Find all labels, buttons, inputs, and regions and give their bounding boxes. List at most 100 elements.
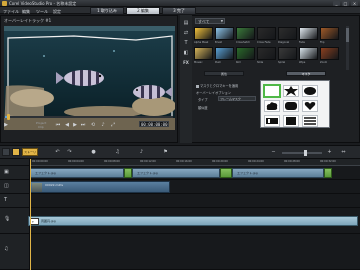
auto-music-icon[interactable]: ♪ [138,149,145,156]
library-thumbnail[interactable] [215,47,234,60]
timeline-ruler[interactable]: 00:00:00:00 00:00:04:00 00:00:08:00 00:0… [30,159,360,166]
volume-icon[interactable]: ♪ [100,122,106,128]
timecode-display[interactable]: 00:00:00:00 [139,121,169,127]
video-clip-2[interactable]: エフェクト.jpg [132,168,220,178]
library-thumbnail[interactable] [299,47,318,60]
video-clip-1[interactable]: エフェクト.jpg [30,168,124,178]
ruler-tick: 00:00:24:00 [248,160,264,163]
library-thumbnail[interactable] [320,47,339,60]
ruler-tick: 00:00:20:00 [212,160,228,163]
music-track-lane[interactable] [30,234,360,270]
library-thumbnail[interactable] [257,47,276,60]
chapter-icon[interactable]: ⚑ [162,149,169,156]
prev-frame-icon[interactable]: ◀ [64,122,70,128]
fit-timeline-icon[interactable]: ⇔ [340,149,347,156]
apply-mask-row[interactable]: マスクとクロマキーを適用 [196,83,238,88]
mask-type-select[interactable]: フレームマスク [218,96,256,101]
library-thumbnail[interactable] [299,27,318,40]
library-thumbnail[interactable] [236,47,255,60]
title-icon[interactable]: T [182,39,190,47]
audio-mix-icon[interactable]: ♫ [114,149,121,156]
tab-mask[interactable]: マスク [286,71,326,76]
mask-shape-rounded[interactable] [283,100,299,112]
library-thumbnail[interactable] [320,27,339,40]
media-icon[interactable]: ▤ [182,19,190,27]
zoom-out-icon[interactable]: − [270,149,277,156]
library-thumbnail[interactable] [194,47,213,60]
mask-shape-cloud[interactable] [264,100,280,112]
undo-icon[interactable]: ↶ [54,149,61,156]
library-thumbnail-label: Zoom [320,61,328,64]
mask-shape-heart[interactable] [302,100,318,112]
step-share[interactable]: 3 完了 [162,7,196,15]
maximize-button[interactable]: □ [342,1,349,6]
clip-mode-label[interactable]: Clip [38,125,44,129]
voice-track-lane[interactable]: T 周囲円.jpg [28,208,360,234]
next-frame-icon[interactable]: ▶ [72,122,78,128]
apply-mask-label: マスクとクロマキーを適用 [200,84,239,88]
record-icon[interactable]: ● [90,149,97,156]
library-thumbnail[interactable] [215,27,234,40]
library-toolbar: ▤ ⇄ T ◧ FX [180,15,192,143]
title-clip[interactable]: T 周囲円.jpg [28,216,358,226]
video-track-lane[interactable]: エフェクト.jpg エフェクト.jpg エフェクト.jpg [30,166,360,180]
music-track-header[interactable]: ♫ [0,234,30,270]
library-scrollbar[interactable] [346,26,349,70]
step-edit[interactable]: 2 編集 [126,7,160,15]
mask-shape-square[interactable] [283,115,299,127]
mask-shape-blank[interactable] [264,85,280,97]
title-track-header[interactable]: T [0,194,30,208]
home-icon[interactable]: ⏮ [55,122,61,128]
title-track-lane[interactable] [30,194,360,208]
library-thumbnail[interactable] [194,27,213,40]
mask-shape-oval[interactable] [302,85,318,97]
timeline-view-toggle[interactable] [12,148,20,156]
library-thumbnail-label: Roll [236,61,241,64]
timeline-zoom-slider[interactable] [282,150,322,156]
overlay-track-lane[interactable]: 00022.m2ts [30,180,360,194]
transition-icon[interactable]: ⇄ [182,29,190,37]
video-preview[interactable] [4,26,175,130]
zoom-slider-handle[interactable] [304,150,307,156]
close-button[interactable]: × [351,1,358,6]
menu-tools[interactable]: ツール [36,9,48,15]
menu-edit[interactable]: 編集 [22,9,30,15]
library-thumbnail[interactable] [278,27,297,40]
voice-track-header[interactable]: 🎙 [0,208,30,234]
library-category-value: すべて [198,19,210,24]
library-thumbnail[interactable] [278,47,297,60]
overlay-track-header[interactable]: ◫ [0,180,30,194]
library-category-select[interactable]: すべて ▼ [195,18,225,24]
transition-2[interactable] [220,168,232,178]
transition-3[interactable] [324,168,332,178]
overlay-clip[interactable]: 00022.m2ts [30,181,170,193]
timeline-playhead[interactable] [30,159,31,270]
preview-scrubber[interactable] [5,114,173,120]
play-icon[interactable]: ▶ [3,122,9,128]
storyboard-view-toggle[interactable] [2,148,10,156]
step-capture[interactable]: 1 取り込み [90,7,124,15]
video-track-header[interactable]: ▣ [0,166,30,180]
graphic-icon[interactable]: ◧ [182,49,190,57]
filter-fx-icon[interactable]: FX [182,59,190,67]
menu-settings[interactable]: 設定 [53,9,61,15]
mask-shape-stripes[interactable] [302,115,318,127]
repeat-icon[interactable]: ⟲ [90,122,96,128]
minimize-button[interactable]: _ [333,1,340,6]
end-icon[interactable]: ⏭ [80,122,86,128]
apply-mask-checkbox[interactable] [196,84,199,88]
mask-shape-brush[interactable] [264,115,280,127]
transition-1[interactable] [124,168,132,178]
zoom-in-icon[interactable]: + [326,149,333,156]
storyboard-button[interactable]: ストーリーボード [22,148,38,161]
menu-file[interactable]: ファイル [3,9,19,15]
mask-shape-burst[interactable] [283,85,299,97]
library-scroll-thumb[interactable] [346,28,349,42]
tab-attribute[interactable]: 属性 [204,71,244,76]
redo-icon[interactable]: ↷ [66,149,73,156]
scrubber-handle[interactable] [7,114,11,120]
enlarge-icon[interactable]: ⤢ [110,122,116,128]
video-clip-3[interactable]: エフェクト.jpg [232,168,324,178]
library-thumbnail[interactable] [236,27,255,40]
library-thumbnail[interactable] [257,27,276,40]
